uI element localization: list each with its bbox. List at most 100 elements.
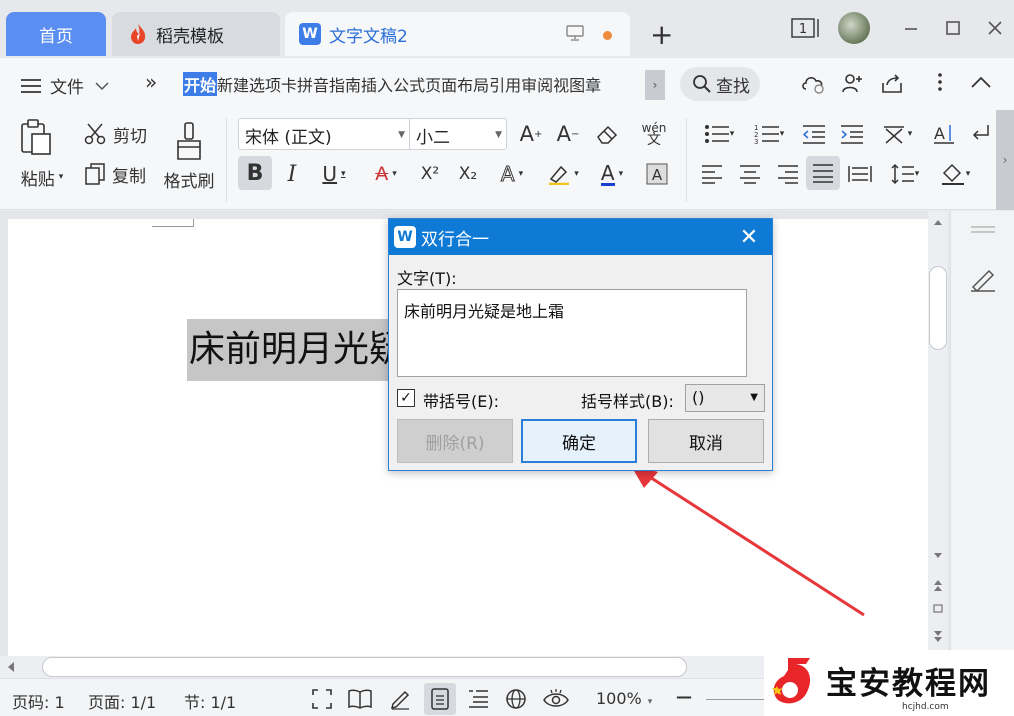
text-input[interactable] <box>397 289 747 377</box>
file-menu[interactable]: 文件 <box>20 73 110 98</box>
font-name-value: 宋体 (正文) <box>245 128 332 148</box>
text-direction-button[interactable]: A <box>930 120 958 148</box>
write-mode-button[interactable] <box>388 687 412 711</box>
subscript-button[interactable]: X₂ <box>452 160 484 188</box>
book-icon <box>348 689 372 709</box>
eye-protection-button[interactable] <box>542 687 570 711</box>
strikethrough-button[interactable]: A ▾ <box>366 160 406 188</box>
minimize-button[interactable] <box>898 14 924 42</box>
justify-button[interactable] <box>806 156 840 190</box>
clear-format-button[interactable] <box>594 120 622 148</box>
horizontal-scroll-thumb[interactable] <box>42 657 687 677</box>
eraser-icon <box>597 125 618 144</box>
superscript-button[interactable]: X² <box>414 160 446 188</box>
chinese-layout-icon <box>883 126 904 144</box>
align-left-button[interactable] <box>698 160 726 188</box>
hamburger-icon <box>21 78 41 93</box>
underline-button[interactable]: U ▾ <box>314 160 354 188</box>
ribbon-tabs-scroll-button[interactable]: › <box>645 70 665 100</box>
share-user-button[interactable] <box>840 71 864 95</box>
font-color-button[interactable]: A ▾ <box>592 160 632 188</box>
copy-button[interactable]: 复制 <box>80 160 150 188</box>
status-section[interactable]: 节: 1/1 <box>184 689 236 713</box>
tab-home[interactable]: 首页 <box>6 12 106 56</box>
outline-view-button[interactable] <box>466 687 490 711</box>
tab-formula[interactable]: 公式 <box>393 72 425 96</box>
dialog-close-button[interactable]: ✕ <box>737 225 761 250</box>
maximize-button[interactable] <box>940 14 966 42</box>
ribbon-scroll-right-button[interactable]: › <box>996 110 1014 210</box>
share-button[interactable] <box>880 71 904 95</box>
close-window-button[interactable] <box>982 14 1008 42</box>
line-break-button[interactable] <box>968 120 994 148</box>
shrink-font-button[interactable]: A − <box>555 120 581 148</box>
decrease-indent-button[interactable] <box>800 120 828 148</box>
align-right-button[interactable] <box>774 160 802 188</box>
tab-view[interactable]: 视图 <box>553 72 585 96</box>
dialog-title-bar[interactable]: W 双行合一 ✕ <box>389 219 772 255</box>
tab-review[interactable]: 审阅 <box>521 72 553 96</box>
two-lines-in-one-dialog: W 双行合一 ✕ 文字(T): ✓ 带括号(E): 括号样式(B): () ▼ … <box>388 218 773 471</box>
tab-pinyin-guide[interactable]: 拼音指南 <box>297 72 361 96</box>
cut-label: 剪切 <box>113 126 147 147</box>
zoom-slider-track[interactable] <box>706 699 764 700</box>
zoom-level[interactable]: 100% ▾ <box>596 689 652 708</box>
tab-insert[interactable]: 插入 <box>361 72 393 96</box>
search-button[interactable]: 查找 <box>680 67 760 101</box>
tab-document[interactable]: W 文字文稿2 <box>285 12 630 56</box>
tab-page-layout[interactable]: 页面布局 <box>425 72 489 96</box>
new-tab-button[interactable]: + <box>650 21 673 49</box>
cancel-button[interactable]: 取消 <box>648 419 764 463</box>
more-options-button[interactable] <box>936 70 944 94</box>
tab-references[interactable]: 引用 <box>489 72 521 96</box>
format-painter-button[interactable]: 格式刷 <box>162 116 216 196</box>
chinese-layout-button[interactable]: ▾ <box>876 120 918 148</box>
tab-start[interactable]: 开始 <box>183 72 218 96</box>
selected-text[interactable]: 床前明月光疑是地上霜 <box>187 319 417 381</box>
align-center-button[interactable] <box>736 160 764 188</box>
page-view-button[interactable]: 1 <box>790 14 824 42</box>
fullscreen-button[interactable] <box>310 687 334 711</box>
bracket-style-select[interactable]: () ▼ <box>685 384 765 412</box>
paint-bucket-icon <box>941 163 964 185</box>
shading-button[interactable]: ▾ <box>934 160 976 188</box>
pen-icon <box>390 690 410 710</box>
distributed-align-button[interactable] <box>846 160 874 188</box>
line-spacing-button[interactable]: ▾ <box>884 160 926 188</box>
font-size-select[interactable]: 小二 ▼ <box>409 118 507 150</box>
status-page-number[interactable]: 页码: 1 <box>12 689 65 713</box>
more-tabs-button[interactable]: » <box>145 70 157 94</box>
char-shading-button[interactable]: A <box>644 160 670 188</box>
status-pages[interactable]: 页面: 1/1 <box>88 689 156 713</box>
avatar[interactable] <box>838 12 870 44</box>
zoom-out-button[interactable]: — <box>676 687 692 706</box>
read-mode-button[interactable] <box>348 687 372 711</box>
cloud-sync-button[interactable] <box>800 71 826 95</box>
watermark-title: 宝安教程网 <box>826 666 991 702</box>
tab-chapter[interactable]: 章 <box>585 72 601 96</box>
vertical-scroll-thumb[interactable] <box>929 266 947 350</box>
font-name-select[interactable]: 宋体 (正文) ▼ <box>238 118 410 150</box>
bold-button[interactable]: B <box>238 156 272 190</box>
bullet-list-button[interactable]: ▾ <box>698 120 740 148</box>
numbered-list-button[interactable]: 1 2 3 ▾ <box>748 120 790 148</box>
text-effect-button[interactable]: A ▾ <box>492 160 532 188</box>
bracket-checkbox-label[interactable]: 带括号(E): <box>423 388 499 412</box>
tab-template[interactable]: 稻壳模板 <box>112 12 280 56</box>
ok-button[interactable]: 确定 <box>521 419 637 463</box>
highlight-button[interactable]: ▾ <box>542 160 584 188</box>
bracket-checkbox[interactable]: ✓ <box>397 389 415 407</box>
paste-dropdown[interactable]: 粘贴 ▾ <box>14 164 70 190</box>
tab-new-tab[interactable]: 新建选项卡 <box>217 72 297 96</box>
italic-button[interactable]: I <box>280 160 304 188</box>
web-view-button[interactable] <box>504 687 528 711</box>
delete-button[interactable]: 删除(R) <box>397 419 513 463</box>
increase-indent-button[interactable] <box>838 120 866 148</box>
page-view-mode-button[interactable] <box>424 683 456 715</box>
cut-button[interactable]: 剪切 <box>80 120 150 148</box>
monitor-icon[interactable] <box>566 25 584 41</box>
collapse-ribbon-button[interactable] <box>970 75 992 89</box>
paste-button[interactable] <box>14 116 58 160</box>
grow-font-button[interactable]: A + <box>518 120 544 148</box>
pinyin-guide-button[interactable]: wén 文 <box>634 118 674 150</box>
